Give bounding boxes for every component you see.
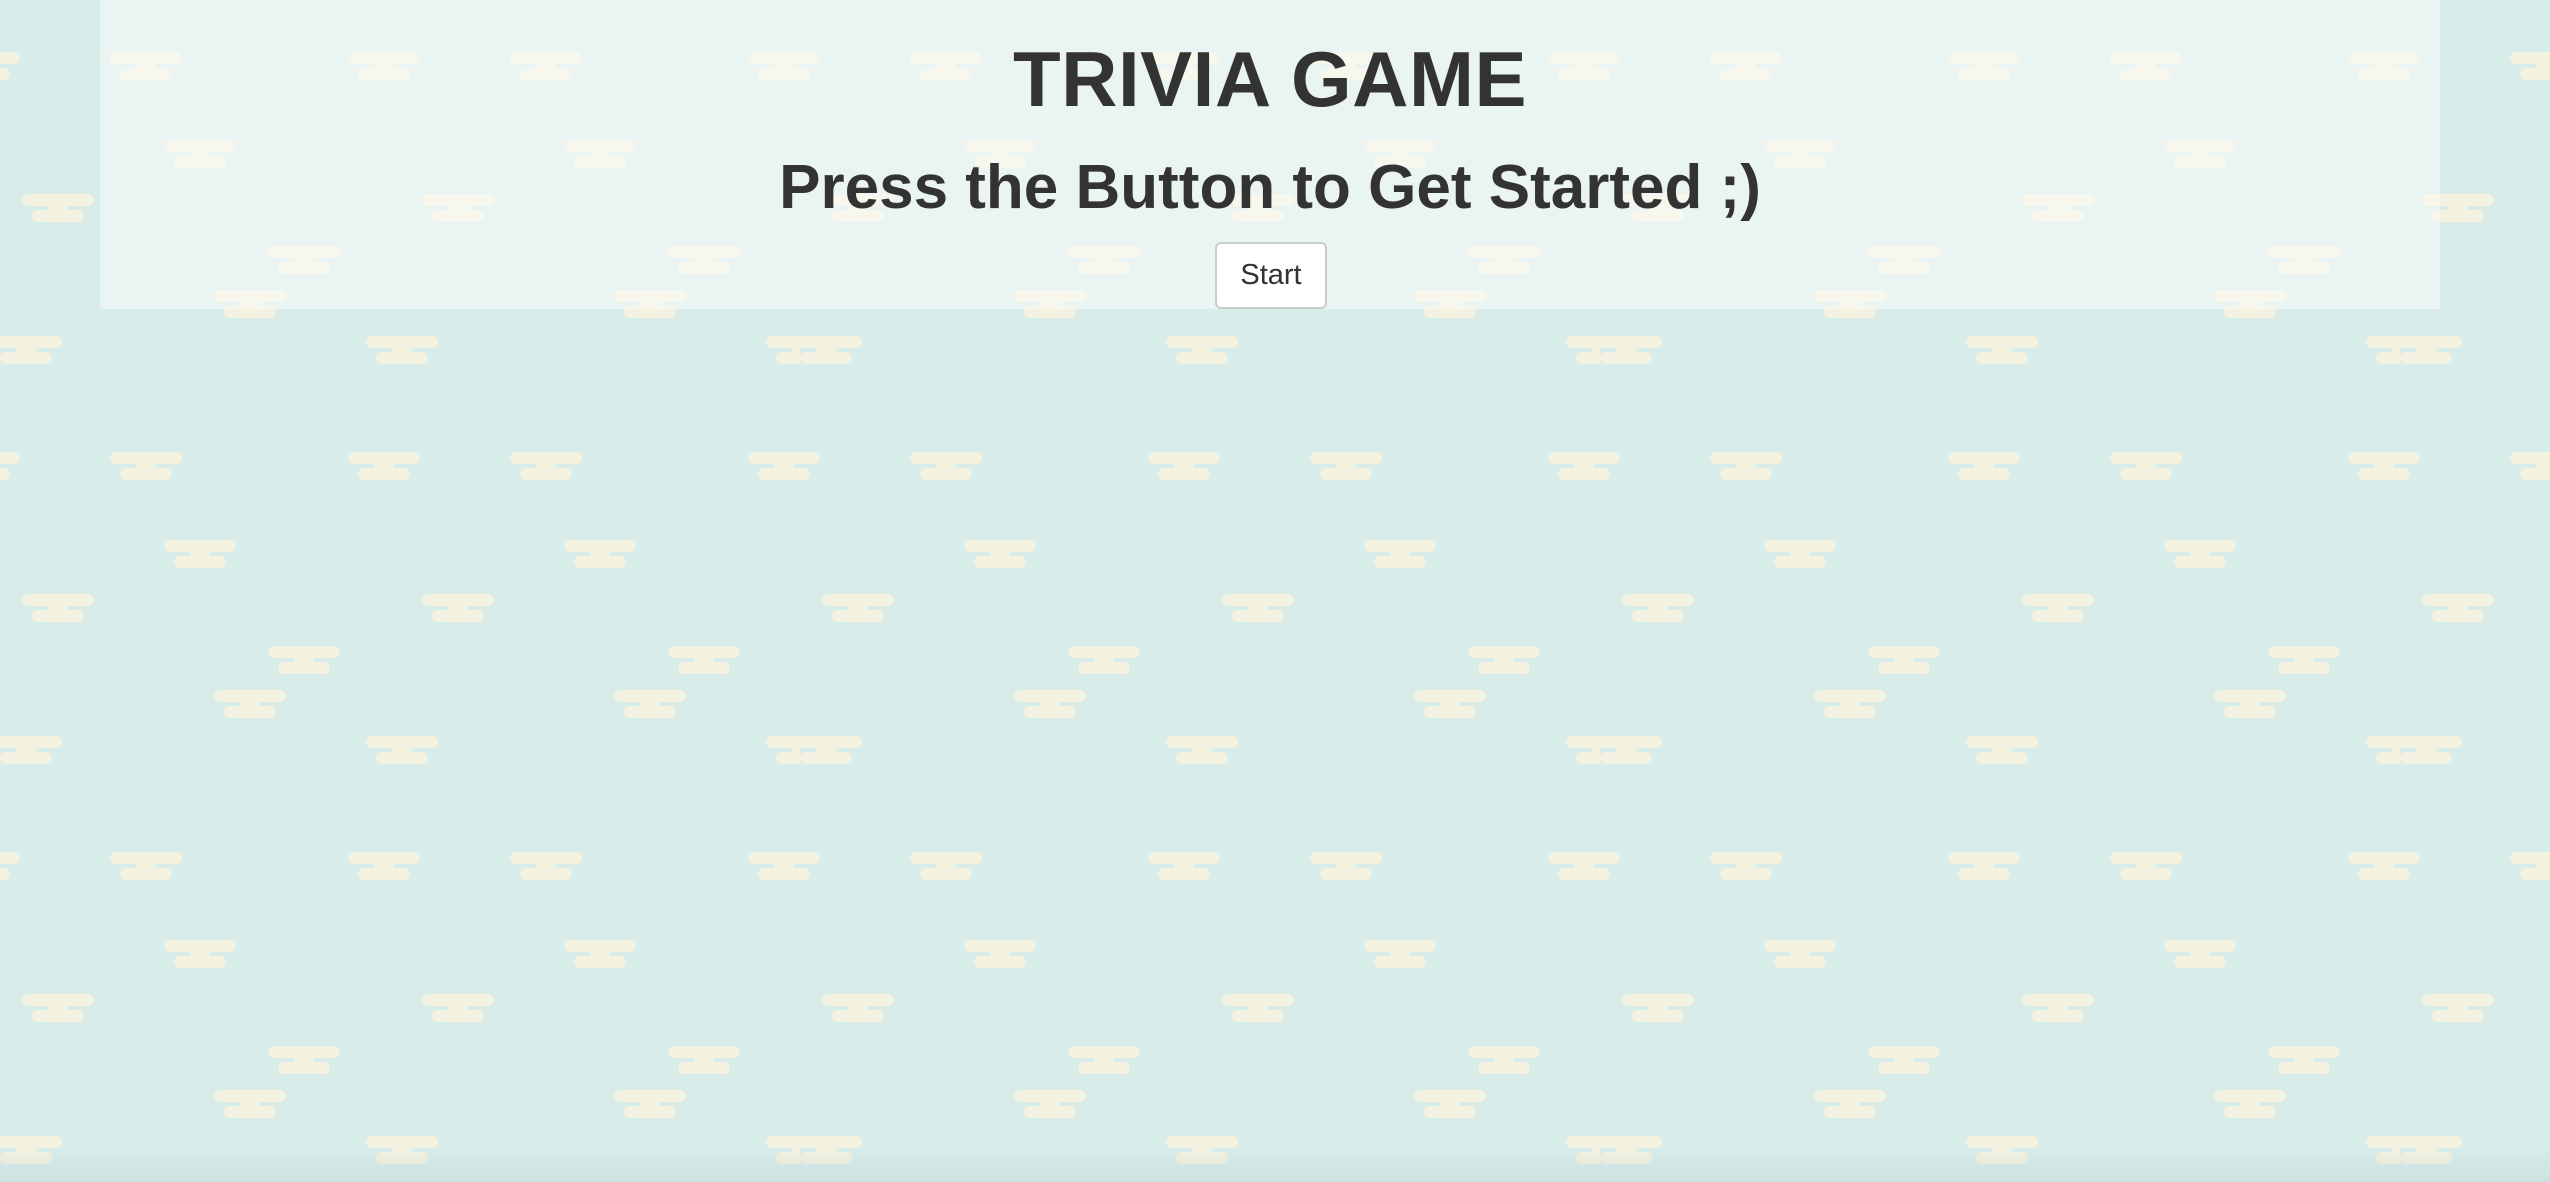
- bottom-shadow: [0, 1150, 2550, 1182]
- page-title: TRIVIA GAME: [1013, 35, 1527, 123]
- page-subtitle: Press the Button to Get Started ;): [779, 153, 1761, 222]
- start-button[interactable]: Start: [1215, 242, 1327, 309]
- header-panel: TRIVIA GAME Press the Button to Get Star…: [100, 0, 2440, 309]
